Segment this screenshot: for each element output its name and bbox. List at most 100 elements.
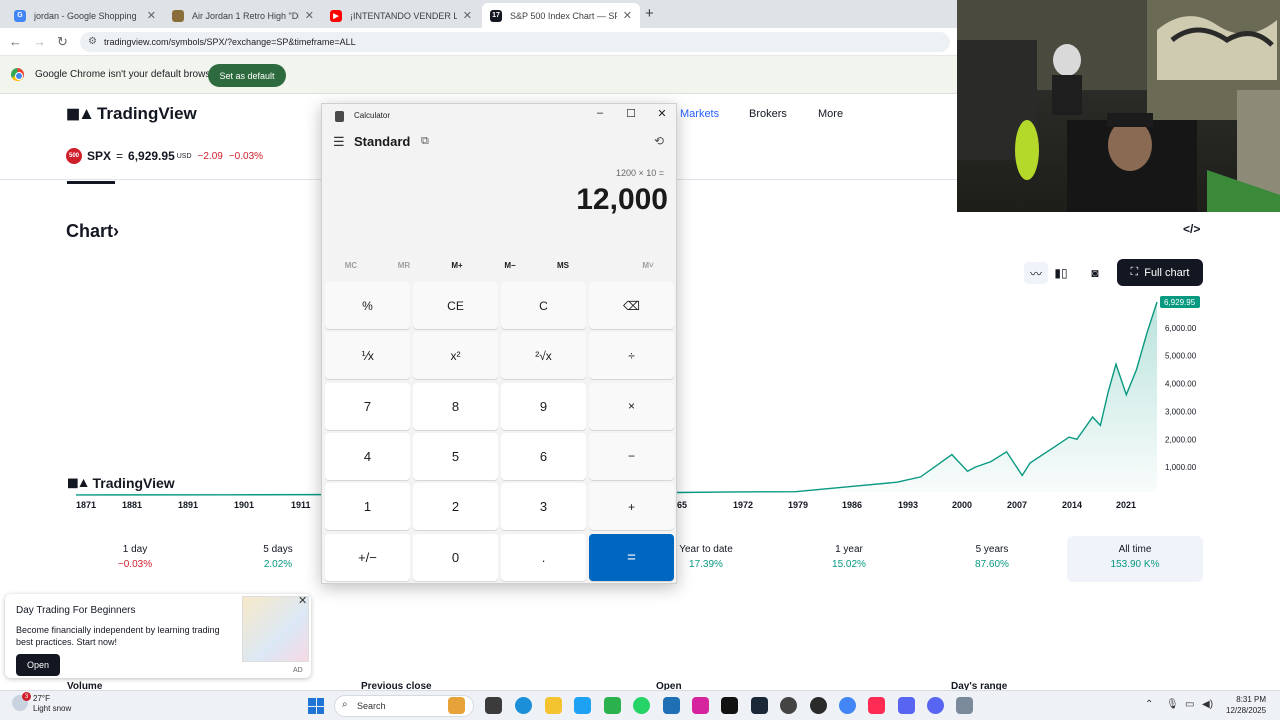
xbox-icon[interactable] — [604, 697, 621, 714]
ad-popup: Day Trading For Beginners Become financi… — [5, 594, 311, 678]
minimize-icon[interactable]: – — [589, 107, 611, 119]
edge-icon[interactable] — [515, 697, 532, 714]
x-tick-label: 1979 — [788, 500, 808, 510]
close-icon[interactable]: ✕ — [651, 107, 673, 120]
twitter-icon[interactable] — [574, 697, 591, 714]
equals-button[interactable]: = — [589, 533, 674, 581]
whatsapp-icon[interactable] — [633, 697, 650, 714]
camera-icon[interactable]: ◙ — [1083, 262, 1107, 284]
network-icon[interactable]: ▭ — [1185, 699, 1194, 710]
multiply-button[interactable]: × — [589, 382, 674, 430]
clear-entry-button[interactable]: CE — [413, 282, 498, 329]
history-icon[interactable]: ⟲ — [654, 134, 664, 148]
period-label: 1 year — [835, 544, 863, 555]
memory-list-button[interactable]: M˅ — [633, 261, 663, 270]
tab-google-shopping[interactable]: G jordan - Google Shopping ✕ — [6, 3, 164, 28]
digit-8-button[interactable]: 8 — [413, 382, 498, 430]
decimal-button[interactable]: . — [501, 533, 586, 581]
close-icon[interactable]: ✕ — [305, 9, 314, 22]
file-explorer-icon[interactable] — [545, 697, 562, 714]
memory-clear-button[interactable]: MC — [336, 261, 366, 270]
site-info-icon[interactable]: ⚙ — [88, 36, 97, 47]
keep-on-top-icon[interactable]: ⧉ — [421, 135, 429, 148]
period-1-year[interactable]: 1 year 15.02% — [781, 536, 917, 582]
digit-3-button[interactable]: 3 — [501, 483, 586, 531]
backspace-button[interactable]: ⌫ — [589, 282, 674, 329]
digit-7-button[interactable]: 7 — [325, 382, 410, 430]
digit-1-button[interactable]: 1 — [325, 483, 410, 531]
chevron-up-icon[interactable]: ⌃ — [1145, 699, 1153, 710]
period-all-time[interactable]: All time 153.90 K% — [1067, 536, 1203, 582]
volume-icon[interactable]: ◀) — [1202, 699, 1213, 710]
calculator-taskbar-icon[interactable] — [956, 697, 973, 714]
search-icon: ⌕ — [342, 699, 348, 710]
digit-6-button[interactable]: 6 — [501, 432, 586, 480]
microphone-icon[interactable]: 🎙 — [1166, 699, 1179, 710]
expand-icon: ⛶ — [1130, 266, 1139, 278]
steam-icon[interactable] — [751, 697, 768, 714]
memory-subtract-button[interactable]: M− — [495, 261, 525, 270]
x-tick-label: 1993 — [898, 500, 918, 510]
close-icon[interactable]: ✕ — [463, 9, 472, 22]
system-clock[interactable]: 8:31 PM 12/28/2025 — [1226, 694, 1266, 716]
chrome-taskbar-icon[interactable] — [839, 697, 856, 714]
new-tab-button[interactable]: + — [645, 5, 654, 22]
task-view-icon[interactable] — [485, 697, 502, 714]
period-1-day[interactable]: 1 day −0.03% — [67, 536, 203, 582]
area-chart-icon[interactable]: 〰 — [1024, 262, 1048, 284]
nav-markets[interactable]: Markets — [680, 108, 719, 120]
memory-add-button[interactable]: M+ — [442, 261, 472, 270]
ad-body: Become financially independent by learni… — [16, 625, 220, 647]
weather-widget[interactable]: 27°F Light snow — [33, 694, 71, 714]
percent-button[interactable]: % — [325, 282, 410, 329]
digit-4-button[interactable]: 4 — [325, 432, 410, 480]
tiktok-live-icon[interactable] — [868, 697, 885, 714]
app-icon[interactable] — [810, 697, 827, 714]
digit-9-button[interactable]: 9 — [501, 382, 586, 430]
app-window-icon[interactable] — [898, 697, 915, 714]
nav-brokers[interactable]: Brokers — [749, 108, 787, 120]
tab-youtube[interactable]: ▶ ¡INTENTANDO VENDER LOS TE ✕ — [322, 3, 480, 28]
digit-0-button[interactable]: 0 — [413, 533, 498, 581]
close-icon[interactable]: ✕ — [147, 9, 156, 22]
tab-tradingview[interactable]: 17 S&P 500 Index Chart — SPX Qu ✕ — [482, 3, 640, 28]
windows-start-icon[interactable] — [308, 698, 324, 714]
clear-button[interactable]: C — [501, 282, 586, 329]
url-field[interactable]: ⚙ tradingview.com/symbols/SPX/?exchange=… — [80, 32, 950, 52]
subtract-button[interactable]: − — [589, 432, 674, 480]
tiktok-icon[interactable] — [721, 697, 738, 714]
candles-chart-icon[interactable]: ▮▯ — [1049, 262, 1073, 284]
maximize-icon[interactable]: ☐ — [620, 107, 642, 120]
back-arrow-icon[interactable]: ← — [9, 34, 22, 49]
reciprocal-button[interactable]: ⅟x — [325, 332, 410, 380]
divide-button[interactable]: ÷ — [589, 332, 674, 380]
square-root-button[interactable]: ²√x — [501, 332, 586, 380]
obs-icon[interactable] — [780, 697, 797, 714]
discord-icon[interactable] — [927, 697, 944, 714]
full-chart-button[interactable]: ⛶ Full chart — [1117, 259, 1203, 286]
set-as-default-button[interactable]: Set as default — [208, 64, 286, 87]
close-icon[interactable]: ✕ — [298, 594, 307, 607]
search-highlight-icon — [448, 697, 465, 714]
reload-icon[interactable]: ↻ — [57, 34, 68, 50]
menu-icon[interactable]: ☰ — [333, 134, 345, 150]
forward-arrow-icon[interactable]: → — [33, 34, 46, 49]
tab-air-jordan[interactable]: Air Jordan 1 Retro High "Dior" C ✕ — [164, 3, 322, 28]
memory-store-button[interactable]: MS — [548, 261, 578, 270]
period-5-years[interactable]: 5 years 87.60% — [924, 536, 1060, 582]
digit-2-button[interactable]: 2 — [413, 483, 498, 531]
memory-recall-button[interactable]: MR — [389, 261, 419, 270]
tradingview-logo[interactable]: ◼▲ TradingView — [66, 104, 197, 124]
square-button[interactable]: x² — [413, 332, 498, 380]
close-icon[interactable]: ✕ — [623, 9, 632, 22]
store-icon[interactable] — [663, 697, 680, 714]
digit-5-button[interactable]: 5 — [413, 432, 498, 480]
ad-open-button[interactable]: Open — [16, 654, 60, 676]
negate-button[interactable]: +/− — [325, 533, 410, 581]
embed-code-icon[interactable]: </> — [1183, 222, 1200, 236]
chart-heading-link[interactable]: Chart› — [66, 221, 119, 242]
instagram-icon[interactable] — [692, 697, 709, 714]
add-button[interactable]: + — [589, 483, 674, 531]
period-value: 87.60% — [975, 559, 1009, 570]
nav-more[interactable]: More — [818, 108, 843, 120]
